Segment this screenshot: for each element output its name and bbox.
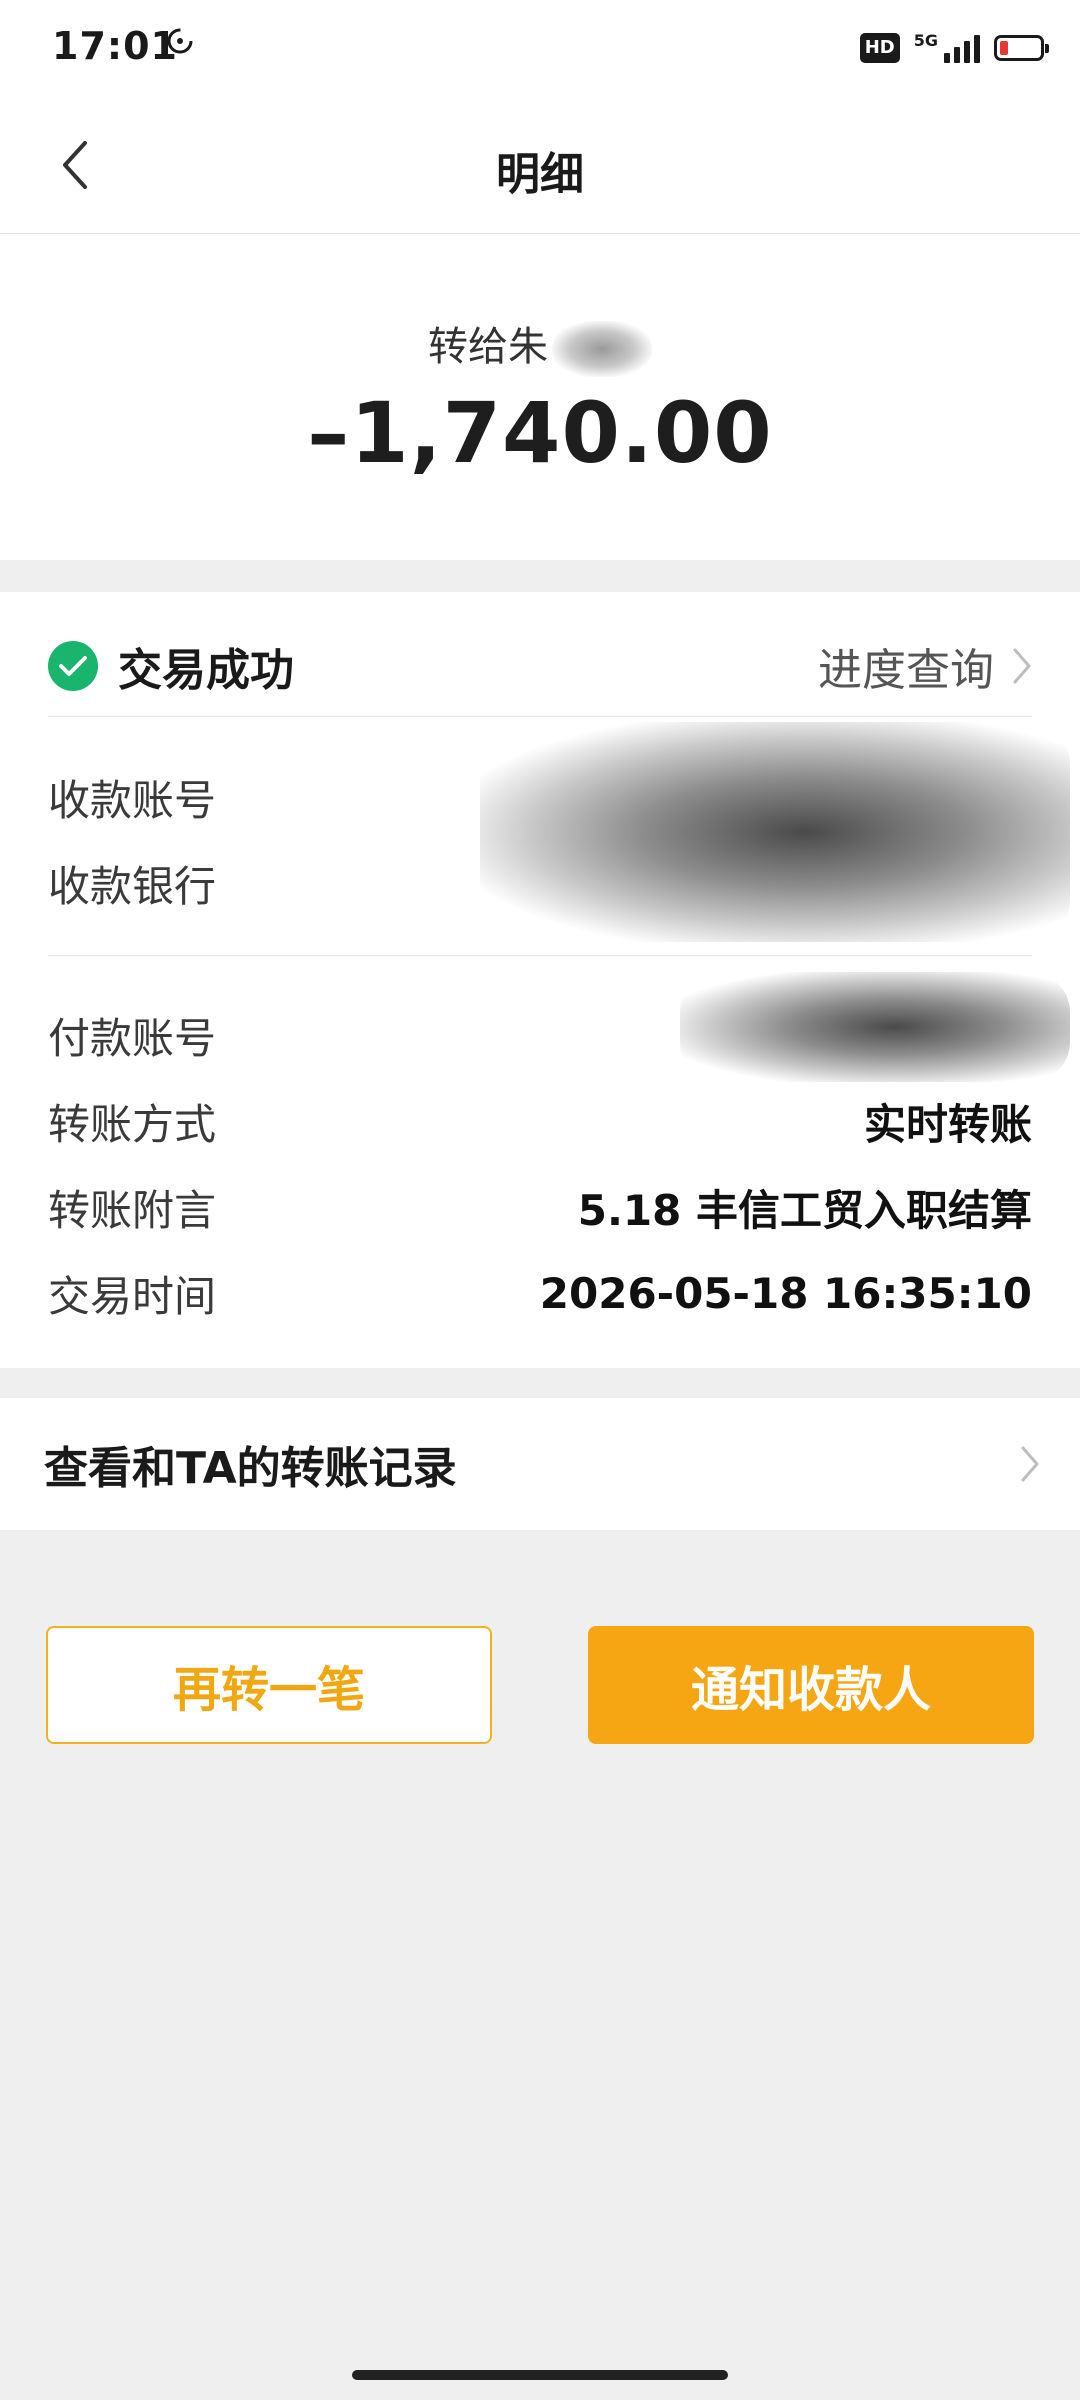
progress-query-label: 进度查询 bbox=[818, 645, 994, 696]
transfer-remark-value: 5.18 丰信工贸入职结算 bbox=[577, 1185, 1032, 1235]
network-label: 5G bbox=[913, 30, 938, 50]
payee-bank-label: 收款银行 bbox=[48, 861, 217, 911]
recipient-redaction bbox=[552, 321, 652, 377]
status-time: 17:01 bbox=[52, 24, 178, 68]
notify-payee-button[interactable]: 通知收款人 bbox=[588, 1626, 1034, 1744]
signal-icon bbox=[944, 33, 980, 63]
chevron-right-icon bbox=[1021, 1446, 1039, 1482]
payer-account-redaction bbox=[680, 972, 1070, 1082]
hd-badge: HD bbox=[859, 33, 900, 63]
transaction-time-value: 2026-05-18 16:35:10 bbox=[539, 1268, 1032, 1318]
transfer-records-link[interactable]: 查看和TA的转账记录 bbox=[0, 1398, 1080, 1530]
status-bar: 17:01 HD 5G bbox=[0, 0, 1080, 100]
transaction-status-row: 交易成功 进度查询 bbox=[48, 616, 1032, 717]
transfer-again-button[interactable]: 再转一笔 bbox=[46, 1626, 492, 1744]
amount-card: 转给朱 –1,740.00 bbox=[0, 234, 1080, 560]
amount: –1,740.00 bbox=[307, 384, 773, 482]
status-indicators: HD 5G bbox=[859, 28, 1049, 68]
payee-account-label: 收款账号 bbox=[48, 775, 217, 825]
header: 明细 bbox=[0, 100, 1080, 234]
details-card: 交易成功 进度查询 收款账号 收款银行 付款账号 转账方式 实时转账 转账附言 … bbox=[0, 592, 1080, 1368]
transfer-remark-row: 转账附言 5.18 丰信工贸入职结算 bbox=[48, 1172, 1032, 1242]
page-title: 明细 bbox=[496, 149, 584, 200]
payee-info-redaction bbox=[480, 722, 1070, 942]
transfer-method-value: 实时转账 bbox=[863, 1099, 1032, 1149]
recipient-line: 转给朱 bbox=[0, 314, 1080, 377]
progress-query-link[interactable]: 进度查询 bbox=[818, 634, 1032, 698]
transaction-time-row: 交易时间 2026-05-18 16:35:10 bbox=[48, 1258, 1032, 1328]
chevron-right-icon bbox=[1013, 648, 1031, 684]
divider bbox=[48, 955, 1032, 956]
sync-icon bbox=[167, 28, 193, 54]
battery-icon bbox=[994, 35, 1049, 61]
home-indicator[interactable] bbox=[352, 2370, 728, 2380]
transaction-time-label: 交易时间 bbox=[48, 1271, 217, 1321]
transfer-remark-label: 转账附言 bbox=[48, 1185, 217, 1235]
check-circle-icon bbox=[48, 641, 98, 691]
transaction-status: 交易成功 bbox=[118, 645, 294, 696]
recipient-label: 转给朱 bbox=[428, 324, 548, 370]
transfer-records-label: 查看和TA的转账记录 bbox=[44, 1443, 457, 1494]
transfer-method-row: 转账方式 实时转账 bbox=[48, 1086, 1032, 1156]
payer-account-label: 付款账号 bbox=[48, 1013, 217, 1063]
transfer-method-label: 转账方式 bbox=[48, 1099, 217, 1149]
